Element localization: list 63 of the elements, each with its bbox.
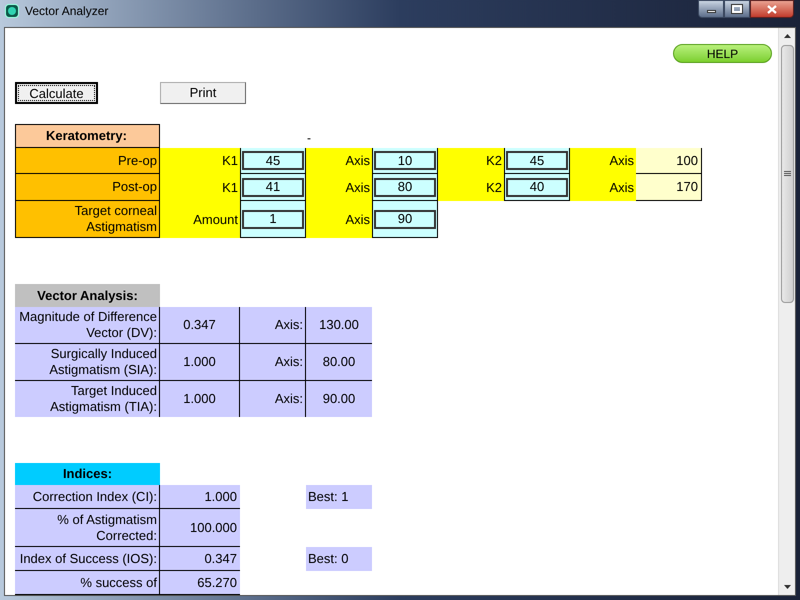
dash-mark: - (307, 132, 311, 147)
minimize-button[interactable] (698, 0, 724, 18)
close-button[interactable] (750, 0, 794, 18)
scroll-thumb[interactable] (780, 45, 794, 303)
value-cell: 0.347 (160, 306, 240, 343)
push-button[interactable]: Calculate (15, 82, 98, 104)
input-field[interactable]: 1 (242, 210, 304, 228)
input-field[interactable]: 10 (374, 151, 436, 170)
maximize-button[interactable] (724, 0, 750, 18)
row-label: Target corneal Astigmatism (15, 201, 160, 238)
field-label: Axis (306, 201, 372, 238)
scroll-down-icon[interactable] (784, 585, 790, 589)
section-header: Vector Analysis: (15, 284, 160, 307)
value-cell-text: 90.00 (322, 390, 356, 408)
value-cell: 100.000 (160, 509, 240, 547)
app-icon (5, 4, 19, 18)
push-button[interactable]: Print (160, 82, 246, 104)
value-cell: 1.000 (160, 344, 240, 380)
result-cell: 100 (636, 148, 702, 174)
axis-label: Axis: (240, 306, 306, 343)
window-title: Vector Analyzer (25, 3, 108, 20)
vertical-scrollbar[interactable] (778, 28, 795, 595)
field-label: Amount (160, 201, 240, 238)
section-header: Keratometry: (15, 124, 160, 148)
input-field[interactable]: 45 (506, 151, 568, 170)
field-label: K2 (438, 174, 504, 201)
input-field[interactable]: 45 (242, 151, 304, 170)
value-cell-text: 80.00 (322, 353, 356, 372)
input-field[interactable]: 80 (374, 178, 436, 196)
row-label: Surgically Induced Astigmatism (SIA): (15, 344, 160, 380)
row-label: Index of Success (IOS): (15, 547, 160, 571)
help-button[interactable]: HELP (673, 44, 772, 63)
axis-label: Axis: (240, 344, 306, 380)
best-value: Best: 0 (306, 547, 372, 571)
field-label: K2 (438, 148, 504, 174)
close-icon (767, 4, 777, 14)
row-label: Post-op (15, 174, 160, 201)
scroll-up-icon[interactable] (784, 34, 790, 38)
row-label: Target Induced Astigmatism (TIA): (15, 380, 160, 417)
input-field[interactable]: 90 (374, 210, 436, 228)
value-cell: 0.347 (160, 547, 240, 571)
input-field[interactable]: 40 (506, 178, 568, 196)
field-label: K1 (160, 148, 240, 174)
row-label: % success of (15, 571, 160, 595)
field-label: Axis (570, 174, 636, 201)
field-label: Axis (306, 148, 372, 174)
row-label: Magnitude of Difference Vector (DV): (15, 306, 160, 343)
field-label: K1 (160, 174, 240, 201)
result-cell: 170 (636, 174, 702, 201)
axis-label: Axis: (240, 380, 306, 417)
value-cell: 1.000 (160, 380, 240, 417)
field-label: Axis (570, 148, 636, 174)
field-label: Axis (306, 174, 372, 201)
row-label: Correction Index (CI): (15, 485, 160, 509)
input-field[interactable]: 41 (242, 178, 304, 196)
row-label: % of Astigmatism Corrected: (15, 509, 160, 547)
value-cell-text: 130.00 (318, 316, 360, 334)
value-cell: 65.270 (160, 571, 240, 595)
value-cell: 1.000 (160, 485, 240, 509)
best-value: Best: 1 (306, 485, 372, 509)
section-header: Indices: (15, 462, 160, 485)
grip-icon (784, 171, 790, 177)
row-label: Pre-op (15, 148, 160, 174)
